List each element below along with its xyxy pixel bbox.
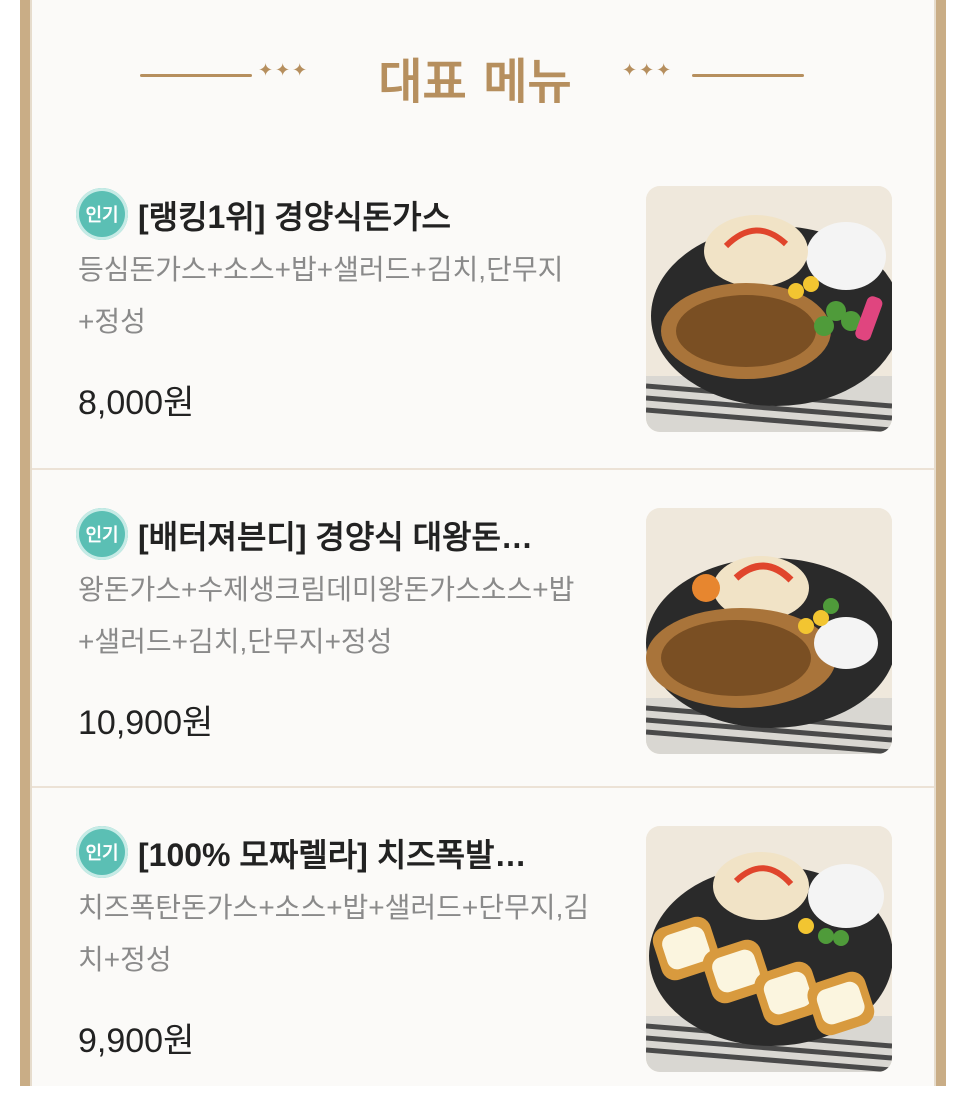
menu-item[interactable]: 인기 [배터져븐디] 경양식 대왕돈… 왕돈가스+수제생크림데미왕돈가스소스+밥… bbox=[32, 468, 934, 790]
header-line-left bbox=[140, 74, 252, 77]
popular-badge: 인기 bbox=[76, 826, 128, 878]
section-header: ✦✦✦ 대표 메뉴 ✦✦✦ bbox=[32, 30, 934, 120]
menu-frame: ✦✦✦ 대표 메뉴 ✦✦✦ 인기 [랭킹1위] 경양식돈가스 등심돈가스+소스+… bbox=[20, 0, 946, 1086]
menu-item-price: 8,000원 bbox=[78, 384, 195, 422]
food-plate-image bbox=[646, 508, 892, 754]
menu-item[interactable]: 인기 [랭킹1위] 경양식돈가스 등심돈가스+소스+밥+샐러드+김치,단무지+정… bbox=[32, 150, 934, 470]
menu-item-name: [랭킹1위] 경양식돈가스 bbox=[138, 199, 451, 235]
section-title: 대표 메뉴 bbox=[378, 54, 572, 110]
menu-item-photo[interactable] bbox=[646, 508, 892, 754]
menu-item-photo[interactable] bbox=[646, 826, 892, 1072]
diamond-ornament-left-icon: ✦✦✦ bbox=[258, 60, 310, 81]
food-plate-image bbox=[646, 826, 892, 1072]
menu-item-price: 9,900원 bbox=[78, 1022, 195, 1060]
menu-item-description: 치즈폭탄돈가스+소스+밥+샐러드+단무지,김치+정성 bbox=[78, 892, 590, 975]
menu-item-description: 등심돈가스+소스+밥+샐러드+김치,단무지+정성 bbox=[78, 254, 564, 337]
menu-item-name: [배터져븐디] 경양식 대왕돈… bbox=[138, 519, 533, 555]
popular-badge: 인기 bbox=[76, 188, 128, 240]
header-line-right bbox=[692, 74, 804, 77]
menu-item-description: 왕돈가스+수제생크림데미왕돈가스소스+밥+샐러드+김치,단무지+정성 bbox=[78, 574, 575, 657]
diamond-ornament-right-icon: ✦✦✦ bbox=[622, 60, 674, 81]
menu-item-price: 10,900원 bbox=[78, 704, 214, 742]
food-plate-image bbox=[646, 186, 892, 432]
menu-item[interactable]: 인기 [100% 모짜렐라] 치즈폭발… 치즈폭탄돈가스+소스+밥+샐러드+단무… bbox=[32, 786, 934, 1108]
menu-item-photo[interactable] bbox=[646, 186, 892, 432]
popular-badge: 인기 bbox=[76, 508, 128, 560]
menu-item-name: [100% 모짜렐라] 치즈폭발… bbox=[138, 837, 527, 873]
menu-panel: ✦✦✦ 대표 메뉴 ✦✦✦ 인기 [랭킹1위] 경양식돈가스 등심돈가스+소스+… bbox=[30, 0, 936, 1086]
